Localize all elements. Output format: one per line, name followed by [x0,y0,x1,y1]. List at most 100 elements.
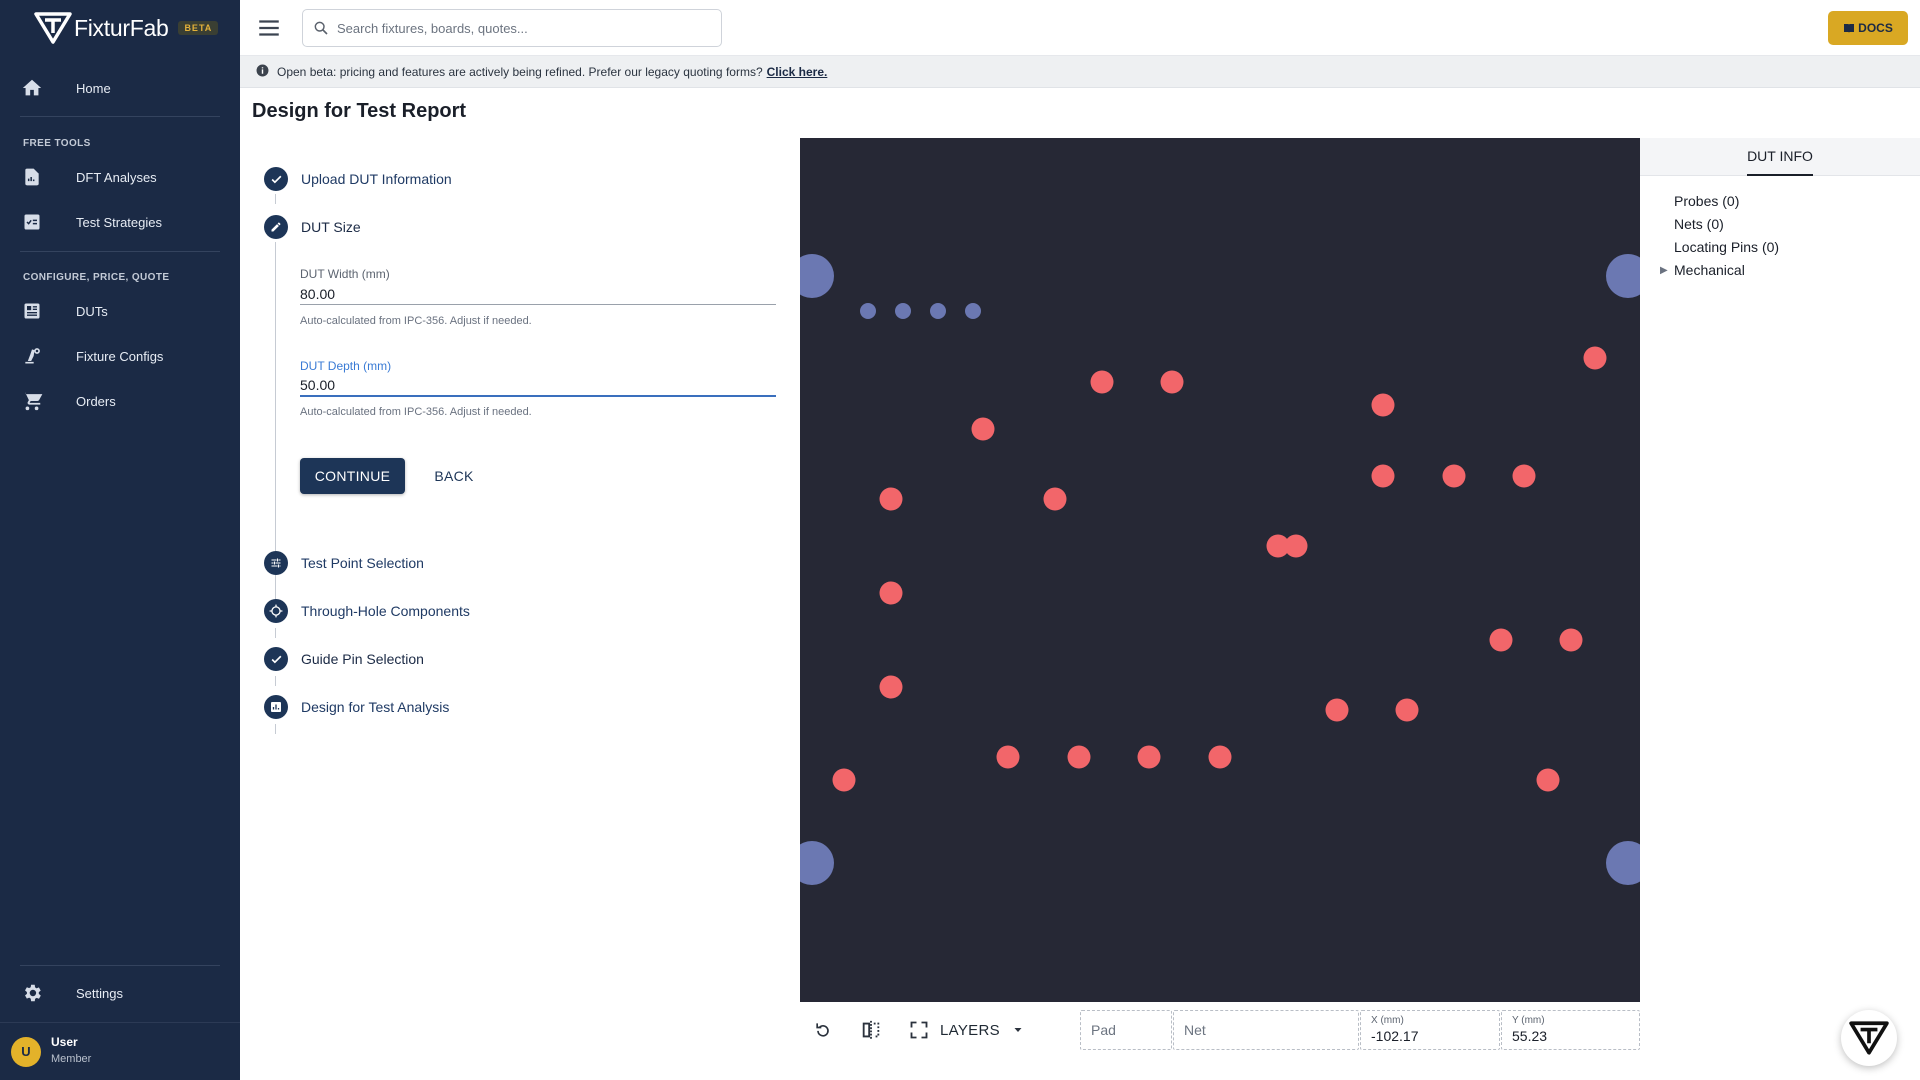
dut-width-label: DUT Width (mm) [300,267,390,281]
test-pad[interactable] [1536,768,1560,792]
sidebar-item-dft-analyses[interactable]: DFT Analyses [0,157,240,197]
test-pad[interactable] [879,581,903,605]
pcb-drawing [800,254,1640,885]
step-through-hole-components[interactable]: Through-Hole Components [264,597,470,625]
net-input[interactable] [1184,1011,1350,1049]
test-pad[interactable] [1395,698,1419,722]
test-pad[interactable] [879,487,903,511]
step-dut-size[interactable]: DUT Size [264,213,361,241]
tree-item-mechanical[interactable]: Mechanical [1674,262,1745,278]
y-coordinate-input[interactable] [1512,1023,1636,1049]
mounting-hole[interactable] [800,254,834,298]
document-chart-icon [20,165,44,189]
stepper: Upload DUT Information DUT Size DUT Widt… [260,160,800,734]
step-label: Test Point Selection [301,555,424,571]
pin[interactable] [860,303,876,319]
sidebar-item-label: Home [76,80,111,96]
menu-icon[interactable] [256,15,282,41]
legacy-forms-link[interactable]: Click here. [767,65,828,79]
sidebar-item-settings[interactable]: Settings [0,973,240,1013]
test-pad[interactable] [1325,698,1349,722]
step-connector [275,628,276,638]
test-pad[interactable] [1284,534,1308,558]
pcb-canvas[interactable] [800,138,1640,1002]
step-dft-analysis[interactable]: Design for Test Analysis [264,693,449,721]
sidebar-item-home[interactable]: Home [0,68,240,108]
brand[interactable]: FixturFab BETA [0,0,240,56]
sidebar-item-duts[interactable]: DUTs [0,291,240,331]
precision-tool-icon [20,344,44,368]
step-connector [275,676,276,686]
test-pad[interactable] [879,675,903,699]
test-pad[interactable] [1208,745,1232,769]
test-pad[interactable] [1583,346,1607,370]
tree-item-locating-pins[interactable]: Locating Pins (0) [1674,239,1779,255]
docs-button[interactable]: DOCS [1828,11,1908,45]
step-connector [275,580,276,590]
search-icon [313,20,329,41]
tab-dut-info[interactable]: DUT INFO [1747,138,1813,176]
docs-label: DOCS [1858,21,1893,35]
tree-item-nets[interactable]: Nets (0) [1674,216,1724,232]
beta-banner: Open beta: pricing and features are acti… [240,56,1920,88]
dut-depth-label: DUT Depth (mm) [300,359,392,373]
section-free-tools: FREE TOOLS [23,138,91,149]
step-connector [275,724,276,734]
test-pad[interactable] [996,745,1020,769]
test-pad[interactable] [1160,370,1184,394]
step-test-point-selection[interactable]: Test Point Selection [264,549,424,577]
test-pad[interactable] [1090,370,1114,394]
search-input[interactable] [337,10,717,46]
help-fab-button[interactable] [1841,1010,1897,1066]
gear-icon [20,981,44,1005]
sidebar-item-fixture-configs[interactable]: Fixture Configs [0,336,240,376]
sidebar-item-orders[interactable]: Orders [0,381,240,421]
back-button[interactable]: BACK [420,458,488,494]
expand-arrow-icon[interactable]: ▶ [1660,265,1668,276]
flip-icon [862,1020,880,1040]
test-pad[interactable] [1067,745,1091,769]
rotate-icon [816,1023,829,1037]
search-box [302,9,722,47]
test-pad[interactable] [971,417,995,441]
dut-width-input[interactable] [300,281,776,305]
divider [20,251,220,252]
tree-item-probes[interactable]: Probes (0) [1674,193,1739,209]
layers-dropdown[interactable]: LAYERS [940,1016,1024,1044]
flip-button[interactable] [853,1012,889,1048]
divider [20,965,220,966]
dut-depth-help: Auto-calculated from IPC-356. Adjust if … [300,406,532,418]
sidebar-item-label: DFT Analyses [76,169,157,185]
x-coordinate-input[interactable] [1371,1023,1496,1049]
pin[interactable] [930,303,946,319]
test-pad[interactable] [1512,464,1536,488]
user-menu[interactable]: U User Member [0,1022,240,1080]
dut-depth-input[interactable] [300,373,776,397]
test-pad[interactable] [1137,745,1161,769]
step-label: Guide Pin Selection [301,651,424,667]
test-pad[interactable] [1371,393,1395,417]
step-label: Design for Test Analysis [301,699,450,715]
tune-icon [264,551,288,575]
test-pad[interactable] [832,768,856,792]
mounting-hole[interactable] [1606,254,1640,298]
pad-input[interactable] [1091,1011,1172,1049]
mounting-hole[interactable] [800,841,834,885]
rotate-button[interactable] [805,1012,841,1048]
pin[interactable] [895,303,911,319]
step-upload-dut[interactable]: Upload DUT Information [264,165,452,193]
continue-button[interactable]: CONTINUE [300,458,405,494]
test-pad[interactable] [1559,628,1583,652]
fullscreen-button[interactable] [901,1012,937,1048]
pin[interactable] [965,303,981,319]
test-pad[interactable] [1442,464,1466,488]
test-pad[interactable] [1489,628,1513,652]
y-coordinate-field: Y (mm) [1501,1010,1640,1050]
sidebar-item-test-strategies[interactable]: Test Strategies [0,202,240,242]
pad-field [1080,1010,1172,1050]
test-pad[interactable] [1043,487,1067,511]
test-pad[interactable] [1371,464,1395,488]
fixturfab-logo-icon [1849,1021,1889,1055]
step-guide-pin-selection[interactable]: Guide Pin Selection [264,645,424,673]
mounting-hole[interactable] [1606,841,1640,885]
